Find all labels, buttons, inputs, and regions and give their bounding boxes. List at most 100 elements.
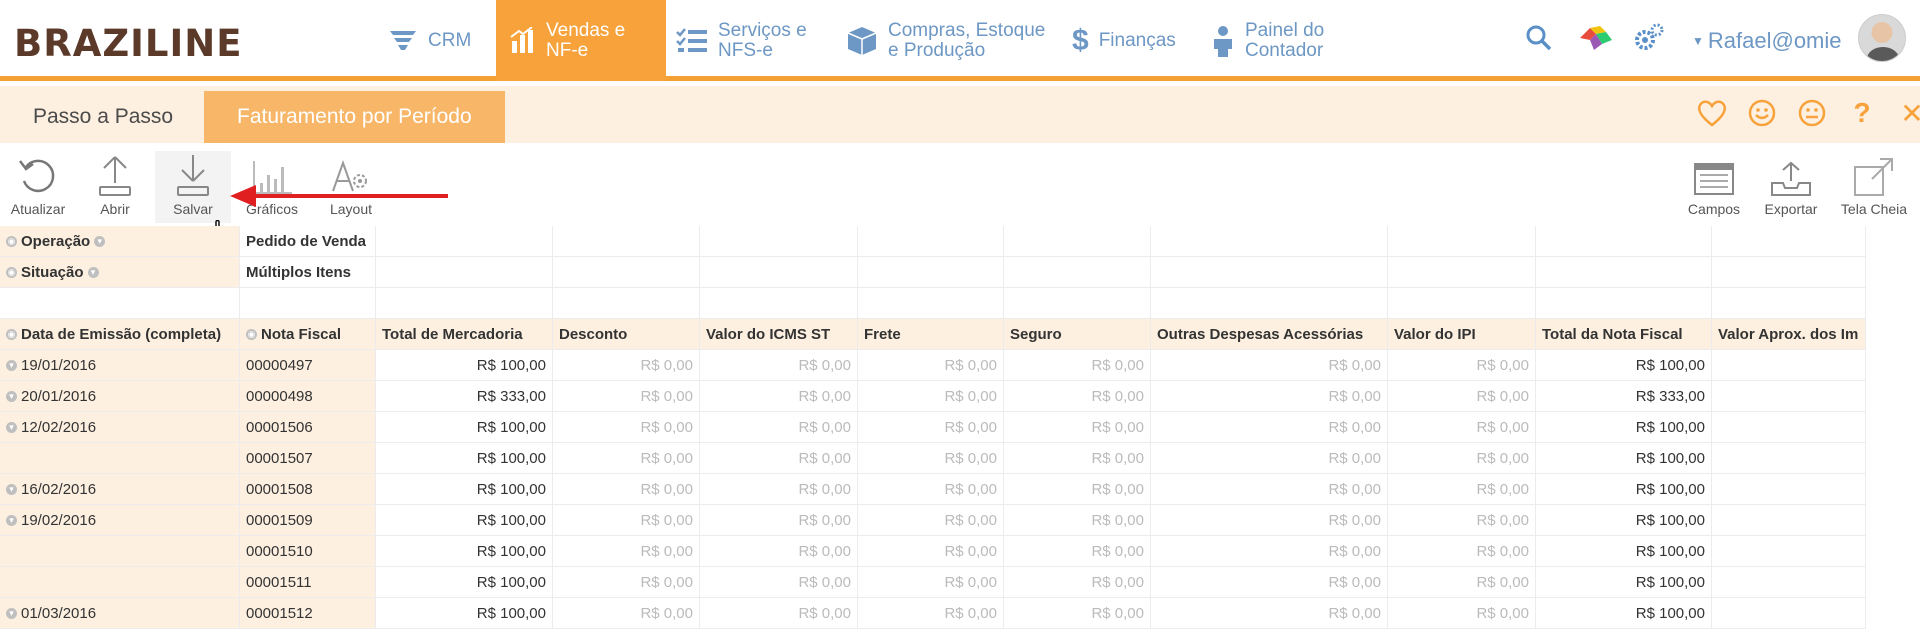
filter-value-operacao[interactable]: Pedido de Venda <box>240 226 376 257</box>
atualizar-button[interactable]: Atualizar <box>0 151 76 223</box>
value-cell: R$ 0,00 <box>858 598 1004 629</box>
filter-toggle-icon[interactable]: ▾ <box>87 266 99 278</box>
collapse-icon[interactable]: ▾ <box>6 607 17 619</box>
value-cell: R$ 0,00 <box>858 443 1004 474</box>
column-header[interactable]: Valor Aprox. dos Im <box>1712 319 1866 350</box>
fullscreen-icon <box>1854 158 1893 196</box>
date-cell[interactable]: ▾ 20/01/2016 <box>0 381 240 412</box>
filter-label-operacao[interactable]: ◉ Operação ▾ <box>0 226 240 257</box>
row-header-nf[interactable]: ◉ Nota Fiscal <box>240 319 376 350</box>
column-header[interactable]: Outras Despesas Acessórias <box>1151 319 1388 350</box>
date-cell[interactable]: ▾ 19/01/2016 <box>0 350 240 381</box>
avatar[interactable] <box>1858 14 1906 62</box>
value-cell: R$ 0,00 <box>1388 567 1536 598</box>
nav-vendas-label-line1: Vendas e <box>546 19 626 41</box>
nota-fiscal-cell[interactable]: 00001510 <box>240 536 376 567</box>
table-row[interactable]: ▾ 19/02/2016 00001509 R$ 100,00 R$ 0,00 R$ 0,… <box>0 505 1866 536</box>
happy-face-icon[interactable] <box>1747 98 1777 128</box>
nav-crm[interactable]: CRM <box>388 0 488 81</box>
table-row[interactable]: ▾ 19/01/2016 00000497 R$ 100,00 R$ 0,00 R$ 0,… <box>0 350 1866 381</box>
help-icon[interactable]: ? <box>1847 97 1877 128</box>
filter-label-situacao[interactable]: ◉ Situação ▾ <box>0 257 240 288</box>
value-cell: R$ 0,00 <box>858 567 1004 598</box>
brand-logo[interactable]: BRAZILINE <box>14 22 243 65</box>
date-cell[interactable] <box>0 443 240 474</box>
value-cell: R$ 100,00 <box>376 567 553 598</box>
table-row[interactable]: ▾ 12/02/2016 00001506 R$ 100,00 R$ 0,00 R$ 0,… <box>0 412 1866 443</box>
expand-icon: ◉ <box>246 328 257 340</box>
tab-passo-a-passo[interactable]: Passo a Passo <box>0 91 206 143</box>
table-row[interactable]: 00001510 R$ 100,00 R$ 0,00 R$ 0,00 R$ 0,00 R$… <box>0 536 1866 567</box>
nav-compras[interactable]: Compras, Estoque e Produção <box>846 0 1056 81</box>
neutral-face-icon[interactable] <box>1797 98 1827 128</box>
collapse-icon[interactable]: ▾ <box>6 421 17 433</box>
date-cell[interactable]: ▾ 12/02/2016 <box>0 412 240 443</box>
column-header[interactable]: Total de Mercadoria <box>376 319 553 350</box>
column-header[interactable]: Seguro <box>1004 319 1151 350</box>
annotation-arrow <box>230 185 448 207</box>
filter-toggle-icon[interactable]: ▾ <box>94 235 106 247</box>
nota-fiscal-cell[interactable]: 00000498 <box>240 381 376 412</box>
table-row[interactable]: 00001511 R$ 100,00 R$ 0,00 R$ 0,00 R$ 0,00 R$… <box>0 567 1866 598</box>
nota-fiscal-cell[interactable]: 00001509 <box>240 505 376 536</box>
date-cell[interactable] <box>0 536 240 567</box>
value-cell: R$ 0,00 <box>553 598 700 629</box>
nota-fiscal-cell[interactable]: 00001511 <box>240 567 376 598</box>
value-cell: R$ 100,00 <box>376 505 553 536</box>
campos-button[interactable]: Campos <box>1676 151 1752 223</box>
apps-button[interactable] <box>1576 0 1616 81</box>
nav-servicos-label-line2: NFS-e <box>718 39 773 61</box>
nota-fiscal-cell[interactable]: 00001512 <box>240 598 376 629</box>
value-cell: R$ 0,00 <box>1004 567 1151 598</box>
value-cell: R$ 333,00 <box>376 381 553 412</box>
abrir-button[interactable]: Abrir <box>77 151 153 223</box>
column-header[interactable]: Total da Nota Fiscal <box>1536 319 1712 350</box>
nav-vendas[interactable]: Vendas e NF-e <box>496 0 666 81</box>
collapse-icon[interactable]: ▾ <box>6 359 17 371</box>
nav-servicos[interactable]: Serviços e NFS-e <box>676 0 836 81</box>
user-name: Rafael@omie <box>1707 27 1842 53</box>
value-cell: R$ 0,00 <box>700 350 858 381</box>
table-row[interactable]: 00001507 R$ 100,00 R$ 0,00 R$ 0,00 R$ 0,00 R$… <box>0 443 1866 474</box>
table-row[interactable]: ▾ 01/03/2016 00001512 R$ 100,00 R$ 0,00 R$ 0,… <box>0 598 1866 629</box>
nav-painel-contador[interactable]: Painel do Contador <box>1211 0 1361 81</box>
search-button[interactable] <box>1525 0 1553 81</box>
value-cell: R$ 0,00 <box>1388 350 1536 381</box>
nota-fiscal-cell[interactable]: 00001507 <box>240 443 376 474</box>
value-cell: R$ 100,00 <box>1536 567 1712 598</box>
collapse-icon[interactable]: ▾ <box>6 514 17 526</box>
salvar-button[interactable]: Salvar <box>155 151 231 223</box>
table-row[interactable]: ▾ 16/02/2016 00001508 R$ 100,00 R$ 0,00 R$ 0,… <box>0 474 1866 505</box>
column-header[interactable]: Valor do IPI <box>1388 319 1536 350</box>
value-cell: R$ 0,00 <box>1151 505 1388 536</box>
date-cell[interactable]: ▾ 01/03/2016 <box>0 598 240 629</box>
filter-value-situacao[interactable]: Múltiplos Itens <box>240 257 376 288</box>
column-header[interactable]: Frete <box>858 319 1004 350</box>
table-row[interactable]: ▾ 20/01/2016 00000498 R$ 333,00 R$ 0,00 R$ 0,… <box>0 381 1866 412</box>
date-cell[interactable]: ▾ 16/02/2016 <box>0 474 240 505</box>
date-cell[interactable]: ▾ 19/02/2016 <box>0 505 240 536</box>
nota-fiscal-cell[interactable]: 00001506 <box>240 412 376 443</box>
value-cell: R$ 0,00 <box>1388 381 1536 412</box>
tab-faturamento-por-periodo[interactable]: Faturamento por Período <box>204 91 505 143</box>
sales-chart-icon <box>510 26 536 55</box>
date-cell[interactable] <box>0 567 240 598</box>
column-header[interactable]: Valor do ICMS ST <box>700 319 858 350</box>
nav-financas[interactable]: $ Finanças <box>1072 0 1192 81</box>
expand-icon: ◉ <box>6 328 17 340</box>
tela-cheia-button[interactable]: Tela Cheia <box>1832 151 1916 223</box>
user-menu[interactable]: ▼ Rafael@omie <box>1692 0 1842 81</box>
value-cell: R$ 0,00 <box>1151 412 1388 443</box>
value-cell: R$ 0,00 <box>1388 536 1536 567</box>
nota-fiscal-cell[interactable]: 00000497 <box>240 350 376 381</box>
close-icon[interactable]: ✕ <box>1897 98 1920 129</box>
value-cell: R$ 0,00 <box>553 412 700 443</box>
settings-button[interactable] <box>1633 0 1665 81</box>
nota-fiscal-cell[interactable]: 00001508 <box>240 474 376 505</box>
row-header-date[interactable]: ◉ Data de Emissão (completa) <box>0 319 240 350</box>
collapse-icon[interactable]: ▾ <box>6 390 17 402</box>
heart-icon[interactable] <box>1697 98 1727 128</box>
collapse-icon[interactable]: ▾ <box>6 483 17 495</box>
column-header[interactable]: Desconto <box>553 319 700 350</box>
exportar-button[interactable]: Exportar <box>1753 151 1829 223</box>
